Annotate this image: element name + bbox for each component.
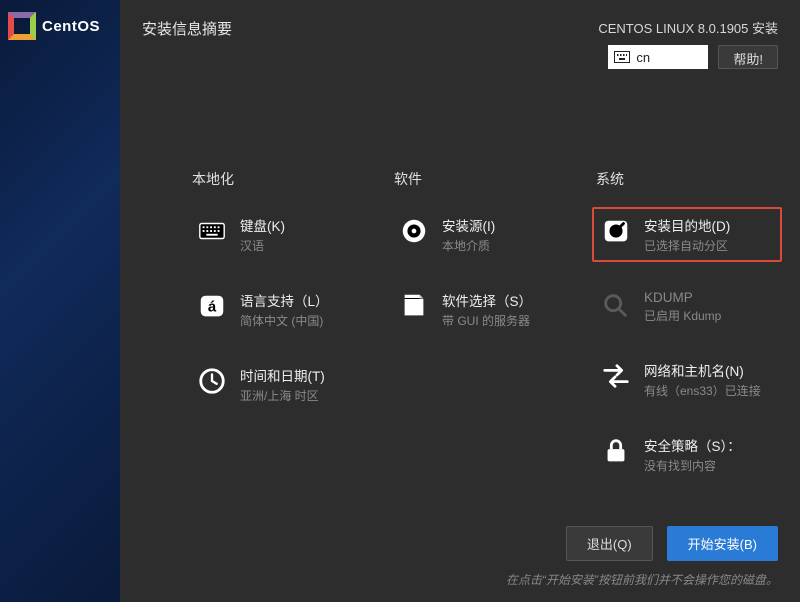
- lock-icon: [600, 435, 632, 467]
- spoke-keyboard-sub: 汉语: [240, 237, 285, 254]
- footer: 退出(Q) 开始安装(B) 在点击“开始安装”按钮前我们并不会操作您的磁盘。: [142, 526, 778, 602]
- column-header-localization: 本地化: [192, 169, 374, 189]
- disc-icon: [398, 215, 430, 247]
- spoke-destination[interactable]: 安装目的地(D) 已选择自动分区: [592, 207, 782, 262]
- page-title: 安装信息摘要: [142, 18, 232, 39]
- begin-install-button[interactable]: 开始安装(B): [667, 526, 778, 561]
- keyboard-icon: [614, 51, 630, 63]
- quit-button[interactable]: 退出(Q): [566, 526, 653, 561]
- column-header-system: 系统: [596, 169, 778, 189]
- top-right: CENTOS LINUX 8.0.1905 安装 cn 帮助!: [598, 18, 778, 69]
- main-panel: 安装信息摘要 CENTOS LINUX 8.0.1905 安装 cn 帮助! 本…: [120, 0, 800, 602]
- spoke-language[interactable]: á 语言支持（L） 简体中文 (中国): [192, 286, 374, 333]
- logo-text: CentOS: [42, 18, 100, 35]
- clock-icon: [196, 365, 228, 397]
- spoke-kdump[interactable]: KDUMP 已启用 Kdump: [596, 286, 778, 328]
- spoke-datetime-title: 时间和日期(T): [240, 365, 325, 385]
- centos-logo-icon: [8, 12, 36, 40]
- column-software: 软件 安装源(I) 本地介质 软件选择（S） 带 GUI 的服务器: [394, 169, 576, 506]
- spoke-selection-title: 软件选择（S）: [442, 290, 532, 310]
- spoke-datetime[interactable]: 时间和日期(T) 亚洲/上海 时区: [192, 361, 374, 408]
- product-line: CENTOS LINUX 8.0.1905 安装: [598, 18, 778, 37]
- disk-icon: [600, 215, 632, 247]
- spoke-language-sub: 简体中文 (中国): [240, 312, 329, 329]
- magnify-icon: [600, 290, 632, 322]
- spoke-language-title: 语言支持（L）: [240, 290, 329, 310]
- spoke-install-source[interactable]: 安装源(I) 本地介质: [394, 211, 576, 258]
- footer-hint: 在点击“开始安装”按钮前我们并不会操作您的磁盘。: [142, 571, 778, 588]
- spoke-security[interactable]: 安全策略（S）： 没有找到内容: [596, 431, 778, 478]
- language-icon: á: [196, 290, 228, 322]
- column-localization: 本地化 键盘(K) 汉语 á 语言支持（L） 简体中文 (中国): [192, 169, 374, 506]
- package-icon: [398, 290, 430, 322]
- spoke-source-sub: 本地介质: [442, 237, 495, 254]
- keyboard-layout-indicator[interactable]: cn: [608, 45, 708, 69]
- spoke-kdump-sub: 已启用 Kdump: [644, 307, 721, 324]
- spoke-source-title: 安装源(I): [442, 215, 495, 235]
- spoke-network[interactable]: 网络和主机名(N) 有线（ens33）已连接: [596, 356, 778, 403]
- spoke-software-selection[interactable]: 软件选择（S） 带 GUI 的服务器: [394, 286, 576, 333]
- spoke-selection-sub: 带 GUI 的服务器: [442, 312, 532, 329]
- keyboard-icon: [196, 215, 228, 247]
- spoke-destination-sub: 已选择自动分区: [644, 237, 730, 254]
- spoke-security-sub: 没有找到内容: [644, 457, 741, 474]
- spoke-kdump-title: KDUMP: [644, 290, 721, 305]
- spoke-datetime-sub: 亚洲/上海 时区: [240, 387, 325, 404]
- topbar: 安装信息摘要 CENTOS LINUX 8.0.1905 安装 cn 帮助!: [142, 18, 778, 69]
- spoke-network-title: 网络和主机名(N): [644, 360, 761, 380]
- spoke-columns: 本地化 键盘(K) 汉语 á 语言支持（L） 简体中文 (中国): [142, 169, 778, 506]
- spoke-destination-title: 安装目的地(D): [644, 215, 730, 235]
- sidebar: CentOS: [0, 0, 120, 602]
- svg-text:á: á: [208, 299, 217, 316]
- spoke-security-title: 安全策略（S）：: [644, 435, 741, 455]
- column-system: 系统 安装目的地(D) 已选择自动分区 KDUMP 已启用 Kdump: [596, 169, 778, 506]
- column-header-software: 软件: [394, 169, 576, 189]
- keyboard-layout-text: cn: [636, 50, 650, 65]
- network-icon: [600, 360, 632, 392]
- logo: CentOS: [8, 12, 112, 40]
- spoke-keyboard[interactable]: 键盘(K) 汉语: [192, 211, 374, 258]
- spoke-network-sub: 有线（ens33）已连接: [644, 382, 761, 399]
- help-button[interactable]: 帮助!: [718, 45, 778, 69]
- spoke-keyboard-title: 键盘(K): [240, 215, 285, 235]
